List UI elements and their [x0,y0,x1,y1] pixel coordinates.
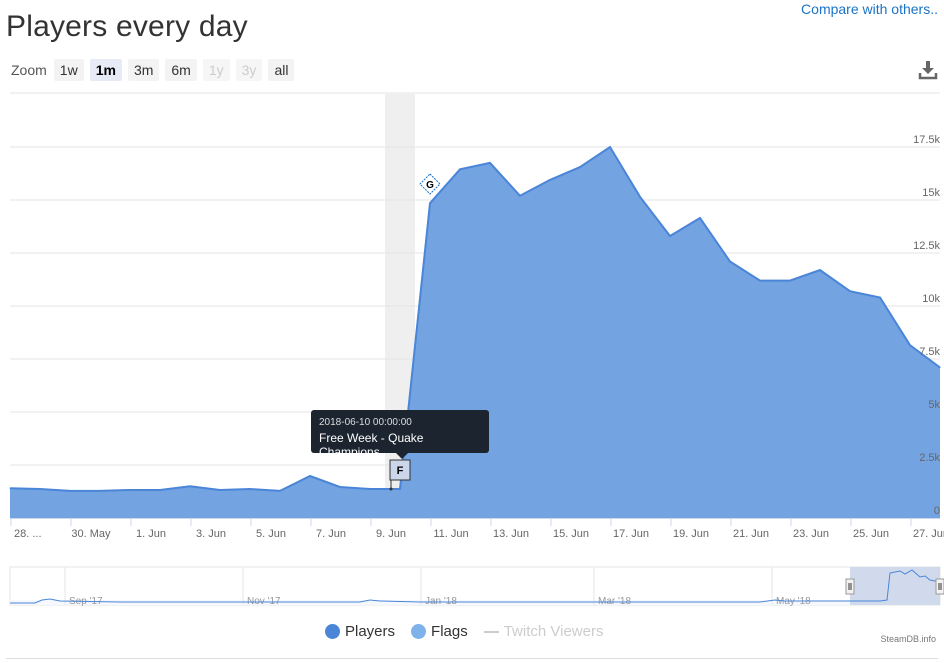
data-point[interactable] [699,217,701,219]
y-tick-label: 5k [928,399,940,411]
data-point[interactable] [519,195,521,197]
legend-item-players[interactable]: Players [325,623,395,640]
x-tick-label: 3. Jun [196,528,226,540]
bottom-rule [6,658,938,659]
navigator-handle-right[interactable] [935,578,944,595]
flag-anchor [389,487,393,491]
twitch-line-icon [483,630,499,633]
data-point[interactable] [609,146,611,148]
data-point[interactable] [939,367,941,368]
data-point[interactable] [819,269,821,271]
players-chart: 0 2.5k 5k 7.5k 10k 12.5k 15k 17.5k 28. ... 30. M… [9,92,944,540]
flag-f-label: F [397,465,404,477]
tooltip-date: 2018-06-10 00:00:00 [319,417,412,428]
x-tick-label: 15. Jun [553,528,589,540]
legend-label-players: Players [345,623,396,640]
data-point[interactable] [39,488,41,490]
legend-item-flags[interactable]: Flags [411,623,468,640]
data-point[interactable] [369,488,371,490]
data-point[interactable] [459,168,461,170]
x-tick-label: 11. Jun [433,528,468,540]
x-tick-label: 25. Jun [853,528,889,540]
x-tick-label: 5. Jun [256,528,286,540]
tooltip-text: Free Week - Quake Champions [319,431,424,459]
data-point[interactable] [759,280,761,282]
data-point[interactable] [789,280,791,282]
navigator[interactable]: Sep '17 Nov '17 Jan '18 Mar '18 May '18 [0,560,944,610]
y-tick-label: 12.5k [913,240,940,252]
data-point[interactable] [69,490,71,492]
y-tick-label: 15k [922,187,940,199]
legend-label-flags: Flags [431,623,468,640]
data-point[interactable] [309,475,311,477]
data-point[interactable] [159,489,161,491]
y-tick-label: 0 [934,505,940,517]
data-point[interactable] [189,485,191,487]
data-point[interactable] [9,487,11,489]
x-tick-label: 1. Jun [136,528,166,540]
data-point[interactable] [99,490,101,492]
x-tick-label: 21. Jun [733,528,769,540]
data-point[interactable] [669,235,671,237]
legend-label-twitch: Twitch Viewers [503,623,604,640]
x-tick-label: 13. Jun [493,528,529,540]
players-area [10,147,940,518]
x-tick-label: 27. Jun [913,528,944,540]
data-point[interactable] [579,166,581,168]
data-point[interactable] [129,489,131,491]
legend-item-twitch-viewers[interactable]: Twitch Viewers [483,623,604,640]
legend: Players Flags Twitch Viewers [325,623,603,640]
x-tick-label: 7. Jun [316,528,346,540]
x-tick-label: 9. Jun [376,528,406,540]
x-tick-label: 19. Jun [673,528,709,540]
data-point[interactable] [729,261,731,262]
data-point[interactable] [879,297,881,298]
x-tick-label: 30. May [71,528,111,540]
y-tick-label: 17.5k [913,134,940,146]
navigator-handle-left[interactable] [845,578,855,595]
data-point[interactable] [399,488,401,490]
data-point[interactable] [219,489,221,491]
x-tick-label: 23. Jun [793,528,829,540]
y-tick-label: 2.5k [919,452,940,464]
y-tick-label: 10k [922,293,940,305]
x-tick-label: 28. ... [14,528,42,540]
data-point[interactable] [339,486,341,488]
flag-tooltip: 2018-06-10 00:00:00 Free Week - Quake Ch… [311,410,489,459]
data-point[interactable] [279,490,281,492]
credit[interactable]: SteamDB.info [880,634,936,644]
data-point[interactable] [429,202,431,204]
data-point[interactable] [489,162,491,164]
data-point[interactable] [639,196,641,198]
flags-dot-icon [411,624,427,639]
flag-g-label: G [426,180,434,191]
data-point[interactable] [549,179,551,181]
data-point[interactable] [849,290,851,292]
navigator-selection[interactable] [850,567,940,605]
x-tick-label: 17. Jun [613,528,649,540]
data-point[interactable] [909,344,911,346]
players-dot-icon [325,624,340,639]
data-point[interactable] [249,488,251,490]
y-tick-label: 7.5k [919,346,940,358]
